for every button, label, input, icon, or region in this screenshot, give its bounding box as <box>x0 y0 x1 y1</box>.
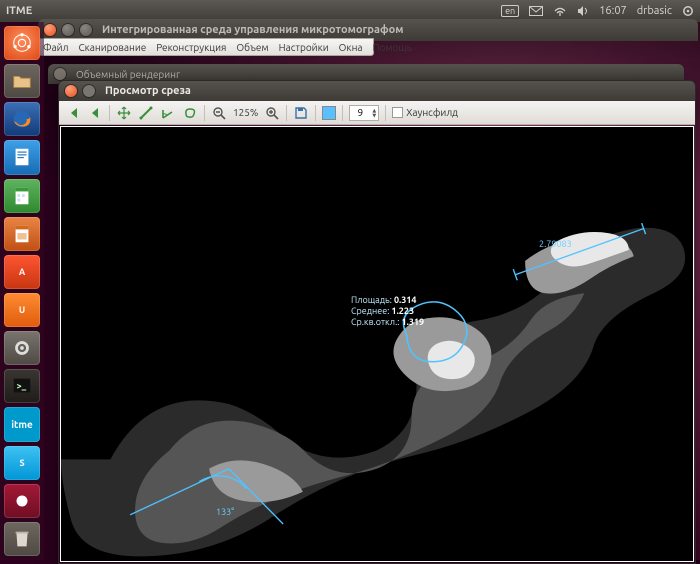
menu-file[interactable]: Файл <box>43 42 68 53</box>
separator <box>109 105 110 121</box>
launcher-impress[interactable] <box>4 217 40 251</box>
slice-toolbar: 125% ▲▼ Хаунсфилд <box>59 101 695 125</box>
desktop: Интегрированная среда управления микрото… <box>44 22 700 560</box>
menu-windows[interactable]: Окна <box>339 42 363 53</box>
menu-volume[interactable]: Объем <box>236 42 268 53</box>
launcher-dash[interactable] <box>4 26 40 60</box>
launcher-itme[interactable]: itme <box>4 407 40 441</box>
app-title: Интегрированная среда управления микрото… <box>102 24 404 36</box>
launcher-recorder[interactable] <box>4 484 40 518</box>
zoom-in-icon[interactable] <box>264 105 280 121</box>
tool-measure-length-icon[interactable] <box>138 105 154 121</box>
checkbox-icon[interactable] <box>392 107 403 118</box>
zoom-out-icon[interactable] <box>211 105 227 121</box>
tool-pan-icon[interactable] <box>116 105 132 121</box>
menu-settings[interactable]: Настройки <box>279 42 329 53</box>
volume-render-title: Объемный рендеринг <box>76 69 180 80</box>
launcher-updates[interactable]: A <box>4 255 40 289</box>
network-icon[interactable] <box>553 5 567 17</box>
mail-icon[interactable] <box>529 6 543 16</box>
unity-launcher: A U >_ itme S <box>0 22 44 560</box>
separator <box>342 105 343 121</box>
nav-prev-icon[interactable] <box>87 105 103 121</box>
launcher-trash[interactable] <box>4 522 40 556</box>
window-close-icon[interactable] <box>44 24 56 36</box>
launcher-firefox[interactable] <box>4 102 40 136</box>
slice-viewport[interactable]: 2.79083 133° Площадь: 0.314 Среднее: 1.2… <box>60 126 694 562</box>
hounsfield-label: Хаунсфилд <box>406 107 458 118</box>
roi-stats: Площадь: 0.314 Среднее: 1.223 Ср.кв.откл… <box>351 295 424 328</box>
slice-viewer-window: Просмотр среза 125% ▲▼ <box>58 80 696 564</box>
app-menubar: Файл Сканирование Реконструкция Объем На… <box>38 38 374 56</box>
clock[interactable]: 16:07 <box>599 5 627 17</box>
slice-index-input[interactable] <box>350 107 370 118</box>
slice-titlebar[interactable]: Просмотр среза <box>59 81 695 101</box>
session-gear-icon[interactable] <box>682 5 694 17</box>
tool-measure-angle-icon[interactable] <box>160 105 176 121</box>
slice-title: Просмотр среза <box>105 85 191 97</box>
menu-scan[interactable]: Сканирование <box>78 42 146 53</box>
nav-first-icon[interactable] <box>65 105 81 121</box>
tool-roi-icon[interactable] <box>182 105 198 121</box>
spinner-arrows[interactable]: ▲▼ <box>370 108 378 118</box>
launcher-terminal[interactable]: >_ <box>4 369 40 403</box>
launcher-settings[interactable] <box>4 331 40 365</box>
window-max-icon[interactable] <box>80 24 92 36</box>
svg-text:>_: >_ <box>17 380 27 392</box>
angle-measure-value: 133° <box>216 507 234 517</box>
active-app-name: ITME <box>6 5 32 17</box>
separator <box>204 105 205 121</box>
slice-index-spinner[interactable]: ▲▼ <box>349 105 379 121</box>
launcher-files[interactable] <box>4 64 40 98</box>
sound-icon[interactable] <box>577 5 589 17</box>
length-measure-value: 2.79083 <box>539 239 572 249</box>
separator <box>286 105 287 121</box>
window-sys-icon[interactable] <box>54 68 66 80</box>
hounsfield-checkbox[interactable]: Хаунсфилд <box>392 107 458 118</box>
launcher-software-center[interactable]: U <box>4 293 40 327</box>
panel-indicators: en 16:07 drbasic <box>501 5 694 17</box>
slice-min-icon[interactable] <box>83 85 95 97</box>
menu-recon[interactable]: Реконструкция <box>156 42 226 53</box>
launcher-skype[interactable]: S <box>4 446 40 480</box>
window-min-icon[interactable] <box>62 24 74 36</box>
keyboard-indicator[interactable]: en <box>501 5 519 17</box>
launcher-writer[interactable] <box>4 140 40 174</box>
separator <box>315 105 316 121</box>
slice-close-icon[interactable] <box>65 85 77 97</box>
save-icon[interactable] <box>293 105 309 121</box>
ct-image <box>61 127 693 561</box>
menu-help[interactable]: Помощь <box>373 42 412 53</box>
user-menu[interactable]: drbasic <box>637 5 672 17</box>
launcher-calc[interactable] <box>4 179 40 213</box>
annotation-color-swatch[interactable] <box>322 106 336 120</box>
zoom-value: 125% <box>233 107 258 118</box>
separator <box>385 105 386 121</box>
